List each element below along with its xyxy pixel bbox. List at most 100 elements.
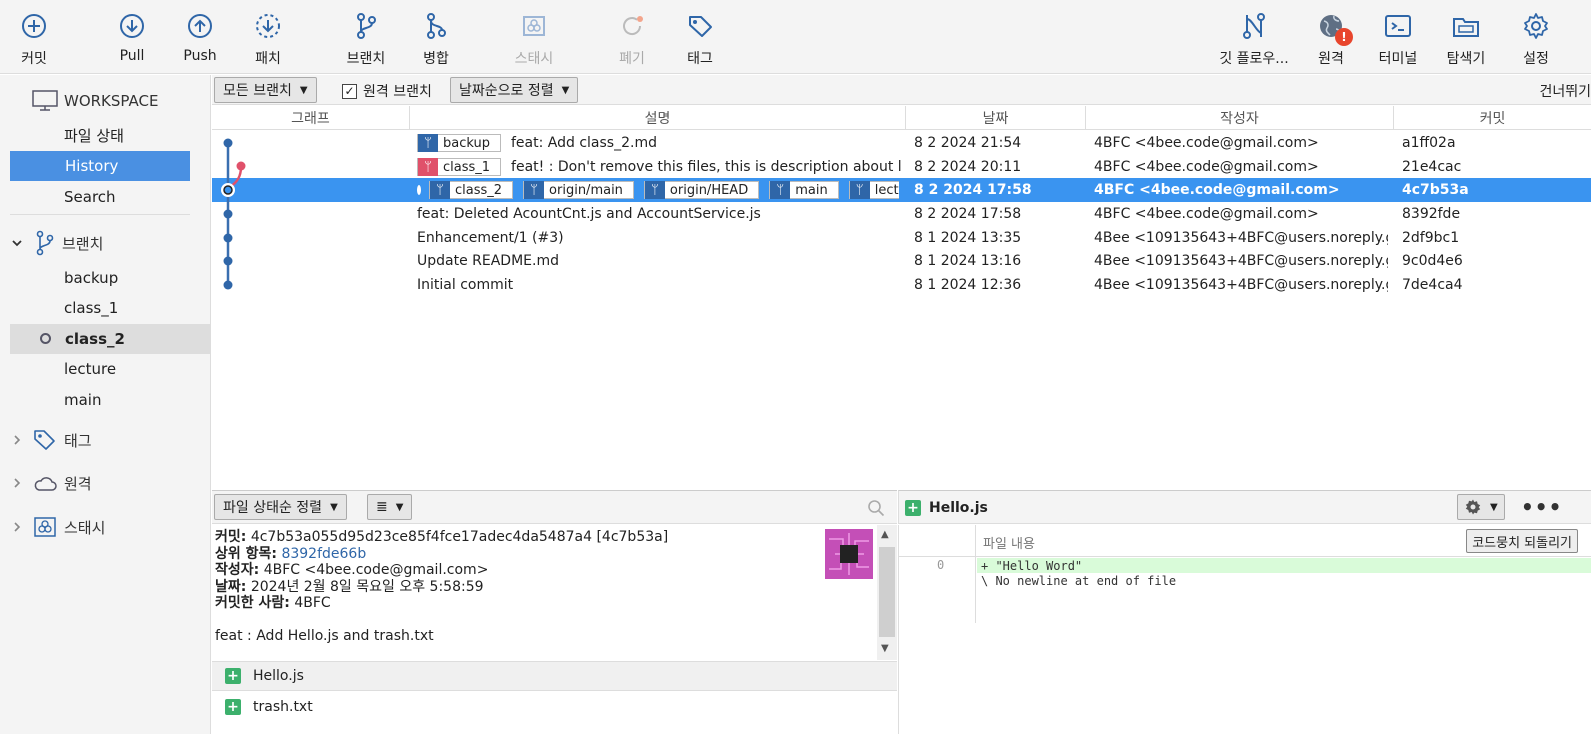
branch-name: lecture [64, 360, 117, 378]
revert-hunk-button[interactable]: 코드뭉치 되돌리기 [1466, 529, 1578, 553]
sidebar-item-branch-lecture[interactable]: lecture [64, 354, 116, 384]
file-row-selected[interactable]: + Hello.js [212, 662, 897, 691]
remote-branches-toggle[interactable]: ✓ 원격 브랜치 [342, 81, 432, 101]
tag-button[interactable]: 태그 [678, 0, 722, 72]
sidebar-item-branch-class-2[interactable]: class_2 [10, 324, 210, 354]
commit-hash: a1ff02a [1402, 135, 1456, 151]
push-label: Push [183, 48, 217, 64]
globe-icon: ! [1313, 8, 1353, 46]
file-sort-dropdown[interactable]: 파일 상태순 정렬 ▼ [214, 494, 347, 520]
diff-file-name: Hello.js [929, 500, 988, 516]
settings-button[interactable]: 설정 [1514, 0, 1558, 72]
branch-label-badge[interactable]: ᛘ origin/HEAD [643, 181, 760, 199]
chevron-down-icon: ▼ [561, 84, 570, 96]
commit-date: 8 2 2024 21:54 [914, 135, 1022, 151]
branch-label-badge[interactable]: ᛘ backup [417, 134, 501, 152]
commit-button[interactable]: 커밋 [12, 0, 56, 72]
branch-label-text: backup [443, 135, 490, 151]
branch-icon [348, 8, 384, 44]
discard-button[interactable]: 폐기 [610, 0, 654, 72]
commit-label: 커밋 [21, 51, 47, 67]
remotes-header[interactable]: 원격 [10, 468, 92, 498]
sidebar-item-branch-main[interactable]: main [64, 385, 101, 415]
details-scrollbar[interactable]: ▲ ▼ [877, 525, 897, 660]
remotes-label: 원격 [64, 474, 92, 493]
chevron-down-icon: ▼ [299, 84, 308, 96]
branch-label-badge[interactable]: ᛘ main [769, 181, 839, 199]
branch-label: 브랜치 [346, 51, 386, 67]
branch-icon: ᛘ [770, 181, 791, 199]
git-flow-button[interactable]: 깃 플로우... [1214, 0, 1294, 72]
commit-row[interactable]: feat: Deleted AcountCnt.js and AccountSe… [212, 202, 1591, 226]
file-row[interactable]: + trash.txt [212, 692, 897, 721]
chevron-down-icon: ▼ [330, 501, 338, 513]
commit-author: 4Bee <109135643+4BFC@users.noreply.githu… [1094, 277, 1388, 293]
date-value: 2024년 2월 8일 목요일 오후 5:58:59 [250, 578, 484, 595]
commit-row[interactable]: ᛘ backup feat: Add class_2.md 8 2 2024 21… [212, 131, 1591, 155]
stash-header[interactable]: 스태시 [10, 512, 105, 542]
commit-row[interactable]: Update README.md 8 1 2024 13:16 4Bee <10… [212, 249, 1591, 273]
chevron-down-icon: ▼ [395, 501, 404, 513]
fetch-button[interactable]: 패치 [246, 0, 290, 72]
commit-row[interactable]: Initial commit 8 1 2024 12:36 4Bee <1091… [212, 273, 1591, 297]
scroll-down-icon[interactable]: ▼ [881, 643, 889, 654]
commit-node [223, 280, 233, 290]
branch-label-badge[interactable]: ᛘ class_1 [417, 158, 502, 176]
branches-header[interactable]: 브랜치 [10, 228, 103, 258]
remote-button[interactable]: ! 원격 [1309, 0, 1353, 72]
cloud-icon [32, 473, 58, 493]
column-commit[interactable]: 커밋 [1394, 106, 1591, 130]
sidebar-item-branch-backup[interactable]: backup [64, 263, 118, 293]
git-flow-icon [1236, 8, 1272, 44]
column-author[interactable]: 작성자 [1086, 106, 1394, 130]
branch-filter-dropdown[interactable]: 모든 브랜치 ▼ [214, 77, 317, 103]
branch-label-badge[interactable]: ᛘ origin/main [523, 181, 634, 199]
commit-full-message: feat : Add Hello.js and trash.txt [215, 627, 434, 644]
sidebar-item-history[interactable]: History [10, 151, 190, 181]
branch-label-badge[interactable]: ᛘlecture [848, 181, 899, 199]
column-description[interactable]: 설명 [410, 106, 906, 130]
sidebar-item-search[interactable]: Search [64, 182, 116, 212]
diff-view: 파일 내용 코드뭉치 되돌리기 0 + "Hello Word" \ No ne… [898, 525, 1591, 734]
skip-link[interactable]: 건너뛰기 [1539, 81, 1591, 101]
sort-order-dropdown[interactable]: 날짜순으로 정렬 ▼ [450, 77, 579, 103]
branch-icon: ᛘ [418, 158, 438, 176]
commit-row[interactable]: ᛘ class_1 feat! : Don't remove this files… [212, 155, 1591, 179]
scrollbar-thumb[interactable] [879, 547, 895, 637]
file-added-icon: + [225, 668, 241, 684]
explorer-button[interactable]: 탐색기 [1442, 0, 1490, 72]
remote-branches-checkbox[interactable]: ✓ [342, 83, 357, 99]
branch-button[interactable]: 브랜치 [340, 0, 392, 72]
remote-branches-label: 원격 브랜치 [363, 84, 432, 100]
terminal-button[interactable]: 터미널 [1374, 0, 1422, 72]
branches-label: 브랜치 [62, 234, 104, 253]
diff-options-dropdown[interactable]: ▼ [1457, 494, 1505, 520]
commit-row[interactable]: Enhancement/1 (#3) 8 1 2024 13:35 4Bee <… [212, 226, 1591, 250]
tags-header[interactable]: 태그 [10, 425, 92, 455]
push-button[interactable]: Push [178, 0, 222, 72]
branch-label-badge[interactable]: ᛘ class_2 [429, 181, 514, 199]
settings-label: 설정 [1523, 51, 1549, 67]
branch-label-text: origin/main [549, 182, 623, 198]
column-graph[interactable]: 그래프 [212, 106, 410, 130]
commit-row-selected[interactable]: ᛘ class_2 ᛘ origin/main ᛘ origin/HEAD ᛘ main… [212, 178, 1591, 202]
sidebar-item-label: Search [64, 188, 116, 206]
pull-button[interactable]: Pull [110, 0, 154, 72]
scroll-up-icon[interactable]: ▲ [881, 529, 889, 540]
commit-node [223, 233, 233, 243]
tag-icon [32, 428, 58, 452]
committer-line: 커밋한 사람: 4BFC [215, 595, 874, 612]
file-view-dropdown[interactable]: ≣ ▼ [367, 494, 413, 520]
sidebar-item-branch-class-1[interactable]: class_1 [64, 293, 118, 323]
dashed-down-circle-icon [250, 8, 286, 44]
commit-message: feat: Add class_2.md [511, 135, 657, 151]
stash-button[interactable]: 스태시 [508, 0, 560, 72]
column-date[interactable]: 날짜 [906, 106, 1086, 130]
commit-hash: 7de4ca4 [1402, 277, 1463, 293]
sidebar-item-file-status[interactable]: 파일 상태 [64, 120, 124, 150]
parent-commit-link[interactable]: 8392fde66b [281, 546, 366, 562]
more-options-icon[interactable]: ••• [1521, 495, 1562, 519]
commit-message: Update README.md [417, 253, 559, 269]
merge-button[interactable]: 병합 [414, 0, 458, 72]
search-icon[interactable] [867, 499, 885, 517]
